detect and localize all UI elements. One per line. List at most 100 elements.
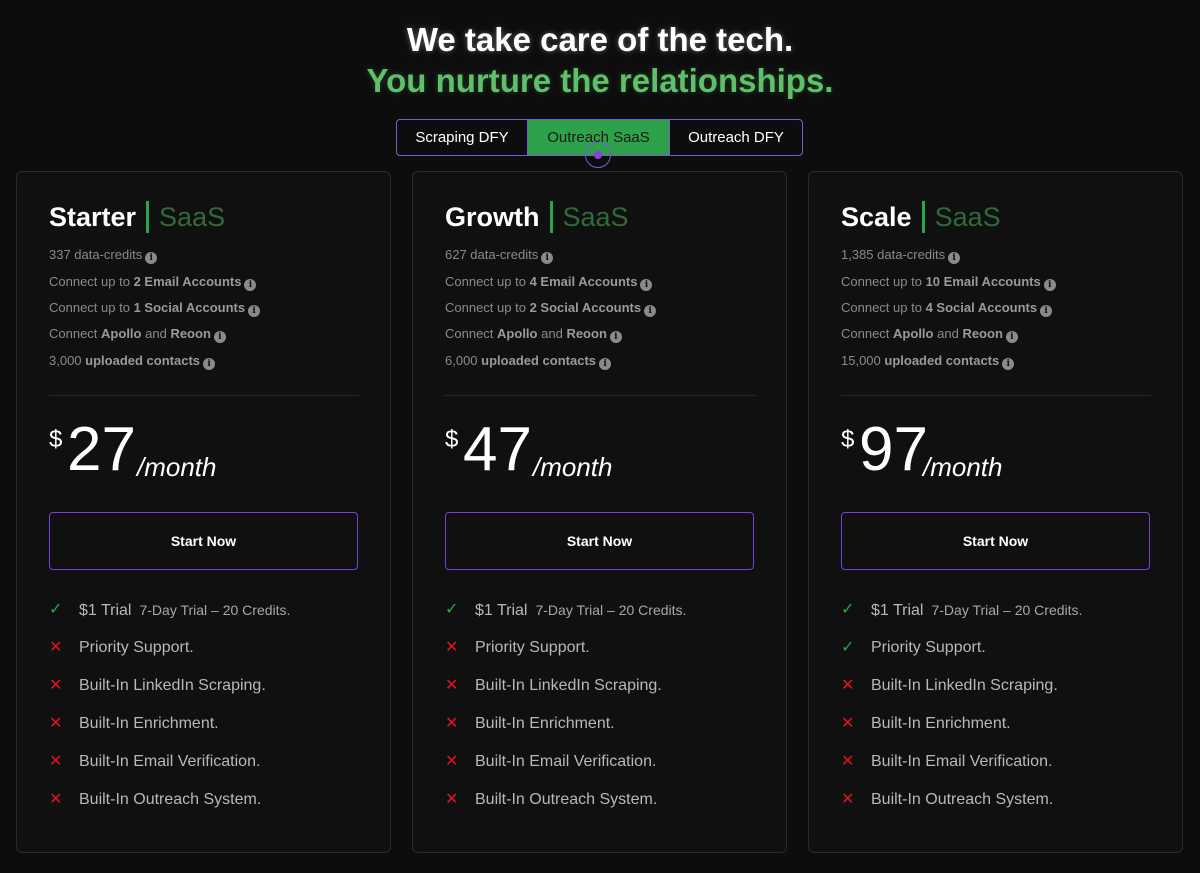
- info-icon[interactable]: i: [1002, 358, 1015, 370]
- info-icon[interactable]: i: [948, 252, 961, 264]
- feature-label: Priority Support.: [79, 639, 194, 656]
- cross-icon: ✕: [445, 715, 459, 732]
- check-icon: ✓: [841, 639, 855, 656]
- apollo-text: Apollo: [893, 326, 934, 341]
- feature-label: Built-In Enrichment.: [871, 715, 1011, 732]
- tab-outreach-dfy[interactable]: Outreach DFY: [670, 120, 802, 155]
- info-icon[interactable]: i: [599, 358, 612, 370]
- feature-item: ✕ Built-In Enrichment.: [49, 714, 369, 752]
- cross-icon: ✕: [841, 715, 855, 732]
- connect-text: Connect: [49, 326, 98, 341]
- feature-label: Priority Support.: [475, 639, 590, 656]
- feature-label: Priority Support.: [871, 639, 986, 656]
- info-icon[interactable]: i: [145, 252, 158, 264]
- feature-trial: ✓ $1 Trial 7-Day Trial – 20 Credits.: [445, 600, 765, 638]
- feature-list: ✓ $1 Trial 7-Day Trial – 20 Credits. ✕ Pri…: [49, 600, 369, 828]
- feature-item: ✕ Built-In Enrichment.: [445, 714, 765, 752]
- start-now-button[interactable]: Start Now: [841, 512, 1150, 570]
- email-accounts-text: 4 Email Accounts: [529, 274, 638, 289]
- feature-item: ✕ Built-In LinkedIn Scraping.: [49, 676, 369, 714]
- uploaded-contacts-label: uploaded contacts: [481, 353, 597, 368]
- info-icon[interactable]: i: [644, 305, 657, 317]
- contacts-line: 15,000 uploaded contacts i: [841, 353, 1161, 370]
- feature-item: ✕ Built-In Email Verification.: [445, 752, 765, 790]
- connect-up-to-text: Connect up to: [49, 300, 130, 315]
- info-icon[interactable]: i: [203, 358, 216, 370]
- info-icon[interactable]: i: [213, 331, 226, 343]
- feature-item: ✕ Built-In Enrichment.: [841, 714, 1161, 752]
- feature-item: ✕ Priority Support.: [445, 638, 765, 676]
- check-icon: ✓: [445, 601, 459, 618]
- price-period: /month: [923, 452, 1003, 482]
- tab-scraping-dfy[interactable]: Scraping DFY: [397, 120, 528, 155]
- feature-trial: ✓ $1 Trial 7-Day Trial – 20 Credits.: [841, 600, 1161, 638]
- apollo-text: Apollo: [497, 326, 538, 341]
- reoon-text: Reoon: [566, 326, 607, 341]
- plan-name: Growth: [445, 202, 540, 232]
- feature-label: Built-In LinkedIn Scraping.: [79, 677, 266, 694]
- active-tab-indicator-icon: [585, 142, 611, 168]
- trial-label: $1 Trial: [871, 602, 924, 619]
- start-now-button[interactable]: Start Now: [49, 512, 358, 570]
- trial-note: 7-Day Trial – 20 Credits.: [931, 602, 1083, 618]
- social-accounts-line: Connect up to 1 Social Accounts i: [49, 300, 369, 317]
- plan-kind: SaaS: [934, 202, 1001, 232]
- feature-item: ✕ Built-In Outreach System.: [49, 790, 369, 828]
- and-text: and: [541, 326, 563, 341]
- trial-label: $1 Trial: [475, 602, 528, 619]
- social-accounts-text: 2 Social Accounts: [529, 300, 642, 315]
- cross-icon: ✕: [49, 715, 63, 732]
- credits-text: 1,385 data-credits: [841, 247, 946, 262]
- trial-note: 7-Day Trial – 20 Credits.: [139, 602, 291, 618]
- cross-icon: ✕: [445, 753, 459, 770]
- plan-kind: SaaS: [562, 202, 629, 232]
- info-icon[interactable]: i: [609, 331, 622, 343]
- connect-up-to-text: Connect up to: [49, 274, 130, 289]
- plan-kind: SaaS: [159, 202, 226, 232]
- reoon-text: Reoon: [170, 326, 211, 341]
- info-icon[interactable]: i: [244, 279, 257, 291]
- social-accounts-text: 4 Social Accounts: [925, 300, 1038, 315]
- info-icon[interactable]: i: [1043, 279, 1056, 291]
- card-divider: [49, 395, 359, 396]
- email-accounts-line: Connect up to 4 Email Accounts i: [445, 274, 765, 291]
- feature-item: ✕ Built-In Outreach System.: [445, 790, 765, 828]
- email-accounts-text: 10 Email Accounts: [925, 274, 1041, 289]
- credits-text: 627 data-credits: [445, 247, 539, 262]
- card-divider: [841, 395, 1151, 396]
- plan-title: Starter SaaS: [49, 199, 225, 235]
- price-amount: 97: [859, 415, 928, 484]
- feature-label: Built-In LinkedIn Scraping.: [475, 677, 662, 694]
- feature-item: ✕ Built-In LinkedIn Scraping.: [841, 676, 1161, 714]
- credits-line: 337 data-credits i: [49, 247, 369, 264]
- plan-card-growth: Growth SaaS 627 data-credits i Connect up …: [412, 171, 787, 853]
- trial-note: 7-Day Trial – 20 Credits.: [535, 602, 687, 618]
- feature-label: Built-In Email Verification.: [475, 753, 657, 770]
- feature-label: Built-In Outreach System.: [871, 791, 1054, 808]
- title-separator: [921, 200, 925, 233]
- contacts-count: 3,000: [49, 353, 82, 368]
- credits-line: 1,385 data-credits i: [841, 247, 1161, 264]
- info-icon[interactable]: i: [541, 252, 554, 264]
- cross-icon: ✕: [841, 791, 855, 808]
- info-icon[interactable]: i: [1040, 305, 1053, 317]
- apollo-text: Apollo: [101, 326, 142, 341]
- trial-label: $1 Trial: [79, 602, 132, 619]
- cross-icon: ✕: [49, 791, 63, 808]
- page-headline: We take care of the tech.: [406, 21, 794, 58]
- info-icon[interactable]: i: [1005, 331, 1018, 343]
- feature-label: Built-In LinkedIn Scraping.: [871, 677, 1058, 694]
- integrations-line: Connect Apollo and Reoon i: [841, 326, 1161, 343]
- feature-trial: ✓ $1 Trial 7-Day Trial – 20 Credits.: [49, 600, 369, 638]
- info-icon[interactable]: i: [248, 305, 261, 317]
- feature-label: Built-In Outreach System.: [475, 791, 658, 808]
- info-icon[interactable]: i: [640, 279, 653, 291]
- contacts-line: 6,000 uploaded contacts i: [445, 353, 765, 370]
- cross-icon: ✕: [49, 753, 63, 770]
- price-period: /month: [533, 452, 613, 482]
- feature-item: ✕ Built-In LinkedIn Scraping.: [445, 676, 765, 714]
- feature-item: ✕ Built-In Email Verification.: [49, 752, 369, 790]
- start-now-button[interactable]: Start Now: [445, 512, 754, 570]
- currency-symbol: $: [841, 426, 855, 453]
- cross-icon: ✕: [49, 677, 63, 694]
